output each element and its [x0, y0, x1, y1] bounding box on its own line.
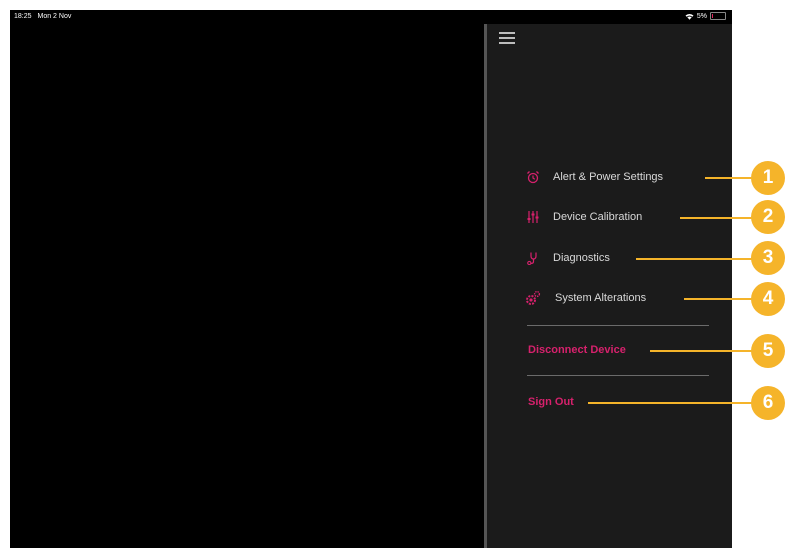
- disconnect-device-button[interactable]: Disconnect Device: [528, 341, 626, 359]
- gear-icon: [525, 290, 541, 306]
- menu-item-label: Device Calibration: [553, 211, 643, 223]
- callout-line: [684, 298, 760, 300]
- callout-badge: 6: [751, 386, 785, 420]
- status-bar: 18:25 Mon 2 Nov 5%: [10, 10, 732, 24]
- disconnect-device-label: Disconnect Device: [528, 344, 626, 356]
- callout-line: [636, 258, 760, 260]
- menu-separator: [527, 325, 709, 326]
- callout-badge: 5: [751, 334, 785, 368]
- sign-out-button[interactable]: Sign Out: [528, 393, 574, 411]
- menu-item-label: Alert & Power Settings: [553, 171, 664, 183]
- status-date: Mon 2 Nov: [37, 13, 72, 20]
- battery-icon: [710, 12, 726, 20]
- menu-item-device-calibration[interactable]: Device Calibration: [525, 208, 642, 226]
- callout-badge: 3: [751, 241, 785, 275]
- stethoscope-icon: [525, 250, 541, 266]
- callout-line: [650, 350, 760, 352]
- callout-badge: 2: [751, 200, 785, 234]
- sign-out-label: Sign Out: [528, 396, 574, 408]
- menu-item-label: System Alterations: [555, 292, 647, 304]
- battery-percent: 5%: [696, 12, 707, 20]
- callout-badge: 1: [751, 161, 785, 195]
- hamburger-menu-icon[interactable]: [499, 32, 515, 44]
- sliders-icon: [525, 209, 541, 225]
- menu-separator: [527, 375, 709, 376]
- menu-item-diagnostics[interactable]: Diagnostics: [525, 249, 610, 267]
- wifi-icon: [685, 13, 694, 20]
- menu-item-label: Diagnostics: [553, 252, 610, 264]
- callout-line: [588, 402, 760, 404]
- alarm-clock-icon: [525, 169, 541, 185]
- callout-badge: 4: [751, 282, 785, 316]
- menu-item-system-alterations[interactable]: System Alterations: [525, 289, 646, 307]
- callout-line: [680, 217, 760, 219]
- side-menu-panel: [487, 24, 732, 548]
- menu-item-alert-power-settings[interactable]: Alert & Power Settings: [525, 168, 663, 186]
- status-time: 18:25: [14, 13, 32, 20]
